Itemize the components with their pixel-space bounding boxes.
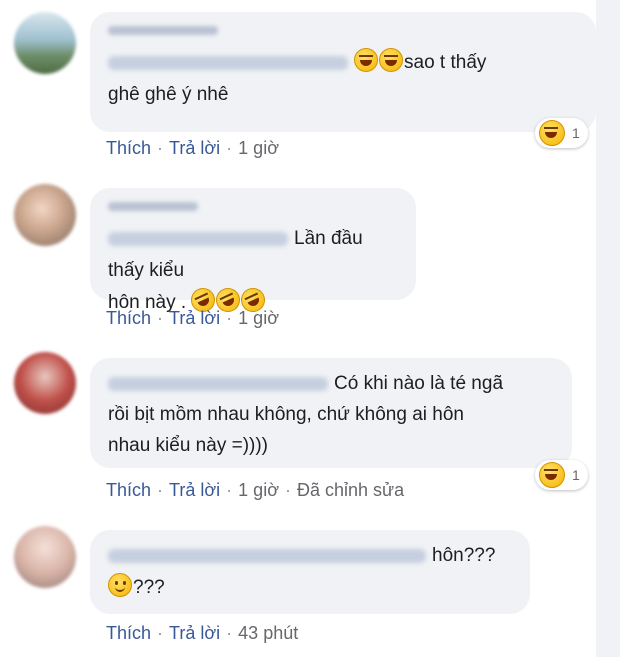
face-with-tears-of-joy-icon xyxy=(539,120,565,146)
edited-label[interactable]: Đã chỉnh sửa xyxy=(297,480,404,500)
blurred-mention xyxy=(108,231,288,246)
like-link[interactable]: Thích xyxy=(106,623,151,643)
comment-bubble: sao t thấy ghê ghê ý nhê xyxy=(90,12,596,132)
separator-dot: · xyxy=(157,308,164,328)
comment-bubble: Có khi nào là té ngã rồi bịt mồm nhau kh… xyxy=(90,358,572,468)
comment-actions: Thích · Trả lời · 1 giờ xyxy=(106,308,279,329)
blurred-mention xyxy=(108,55,348,70)
reply-link[interactable]: Trả lời xyxy=(169,308,220,328)
comment-text: sao t thấy ghê ghê ý nhê xyxy=(108,47,578,111)
comment-text-line-2: ghê ghê ý nhê xyxy=(108,84,229,105)
like-link[interactable]: Thích xyxy=(106,480,151,500)
reply-link[interactable]: Trả lời xyxy=(169,480,220,500)
separator-dot: · xyxy=(226,480,233,500)
timestamp[interactable]: 43 phút xyxy=(238,623,298,643)
comment-text-line-2: ??? xyxy=(133,577,165,598)
comment-text: Lần đầu thấy kiểu hôn này . xyxy=(108,223,398,319)
reaction-badge[interactable]: 1 xyxy=(535,460,588,490)
avatar[interactable] xyxy=(14,352,76,414)
like-link[interactable]: Thích xyxy=(106,308,151,328)
timestamp[interactable]: 1 giờ xyxy=(238,138,279,158)
comment-actions: Thích · Trả lời · 1 giờ · Đã chỉnh sửa xyxy=(106,480,404,501)
timestamp[interactable]: 1 giờ xyxy=(238,480,279,500)
separator-dot: · xyxy=(226,623,233,643)
separator-dot: · xyxy=(226,138,233,158)
separator-dot: · xyxy=(157,138,164,158)
face-with-tears-of-joy-icon xyxy=(354,48,378,72)
reaction-badge[interactable]: 1 xyxy=(535,118,588,148)
face-with-tears-of-joy-icon xyxy=(539,462,565,488)
comment-actions: Thích · Trả lời · 43 phút xyxy=(106,623,298,644)
avatar[interactable] xyxy=(14,526,76,588)
separator-dot: · xyxy=(226,308,233,328)
blurred-author-name xyxy=(108,548,426,563)
separator-dot: · xyxy=(157,623,164,643)
scrollbar-track[interactable] xyxy=(596,0,620,657)
like-link[interactable]: Thích xyxy=(106,138,151,158)
avatar[interactable] xyxy=(14,12,76,74)
blurred-author-name xyxy=(108,26,218,35)
comment-text-line-1: Có khi nào là té ngã xyxy=(334,373,504,394)
comment-bubble: hôn??? ??? xyxy=(90,530,530,614)
comment-text-line-3: nhau kiểu này =)))) xyxy=(108,435,268,456)
reaction-count: 1 xyxy=(572,125,580,141)
comment-text-line-2: rồi bịt mồm nhau không, chứ không ai hôn xyxy=(108,404,464,425)
timestamp[interactable]: 1 giờ xyxy=(238,308,279,328)
comment-bubble: Lần đầu thấy kiểu hôn này . xyxy=(90,188,416,316)
avatar[interactable] xyxy=(14,184,76,246)
reply-link[interactable]: Trả lời xyxy=(169,623,220,643)
face-with-tears-of-joy-icon xyxy=(379,48,403,72)
blurred-author-name xyxy=(108,376,328,391)
blurred-author-name xyxy=(108,202,198,211)
reaction-count: 1 xyxy=(572,467,580,483)
slightly-smiling-face-icon xyxy=(108,573,132,597)
comment-text: hôn??? ??? xyxy=(108,540,512,604)
separator-dot: · xyxy=(157,480,164,500)
comment-text-line-1: hôn??? xyxy=(432,545,496,566)
comment-text-line-1: sao t thấy xyxy=(404,52,487,73)
comment-actions: Thích · Trả lời · 1 giờ xyxy=(106,138,279,159)
separator-dot: · xyxy=(285,480,291,500)
comment-text: Có khi nào là té ngã rồi bịt mồm nhau kh… xyxy=(108,368,554,461)
reply-link[interactable]: Trả lời xyxy=(169,138,220,158)
